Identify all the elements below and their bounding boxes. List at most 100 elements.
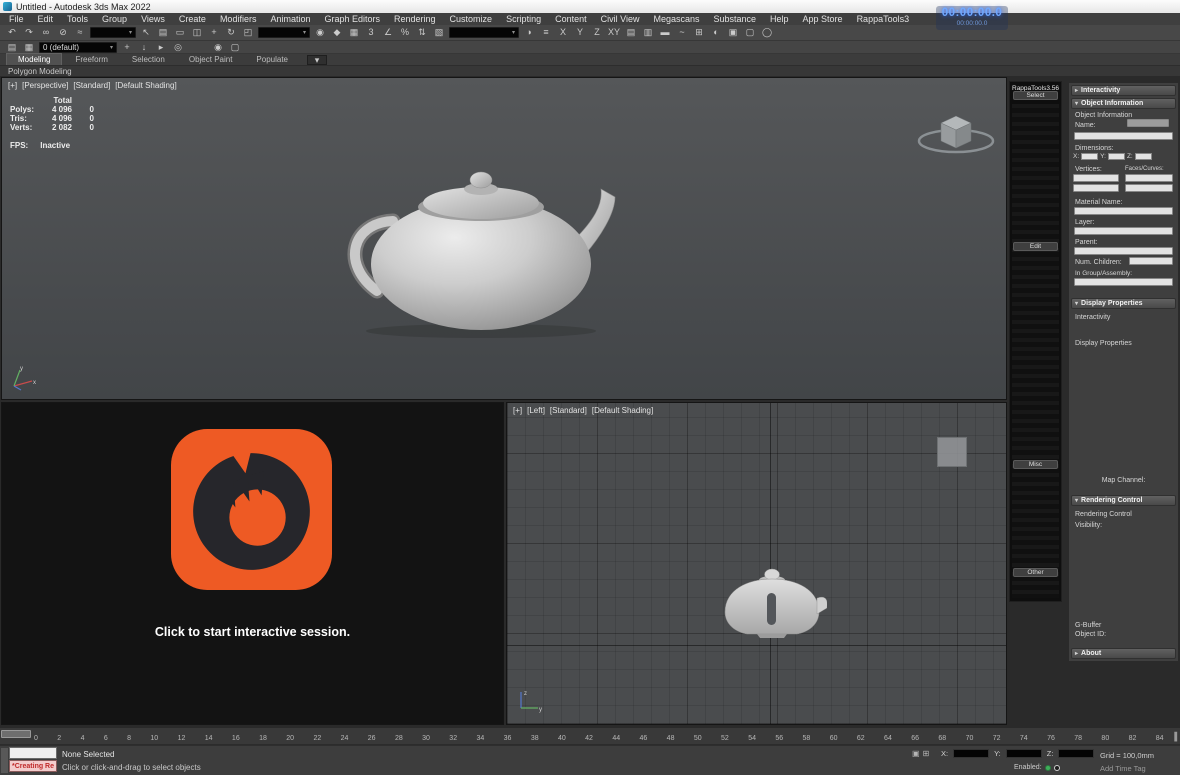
viewport-label[interactable]: [+] <box>513 406 522 415</box>
timeline-tick[interactable]: 10 <box>150 735 158 742</box>
menu-item[interactable]: Civil View <box>594 13 647 25</box>
menu-item[interactable]: Views <box>134 13 172 25</box>
viewport-label[interactable]: [Standard] <box>550 406 587 415</box>
dim-z-field[interactable] <box>1134 153 1152 160</box>
x-coordinate-field[interactable] <box>953 749 990 758</box>
menu-item[interactable]: Modifiers <box>213 13 264 25</box>
select-link-icon[interactable]: ∞ <box>38 26 54 39</box>
angle-snap-icon[interactable]: ∠ <box>380 26 396 39</box>
timeline-tick[interactable]: 0 <box>34 735 38 742</box>
menu-item[interactable]: Content <box>548 13 594 25</box>
render-setup-icon[interactable]: ▣ <box>725 26 741 39</box>
isolate-selection-icon[interactable]: ◉ <box>210 41 226 54</box>
viewport-label[interactable]: [Perspective] <box>22 81 68 90</box>
absolute-mode-icon[interactable]: ⊞ <box>923 749 930 758</box>
timeline-tick[interactable]: 12 <box>178 735 186 742</box>
select-manipulate-icon[interactable]: ◆ <box>329 26 345 39</box>
menu-item[interactable]: RappaTools3 <box>850 13 917 25</box>
current-layer-icon[interactable]: ◎ <box>170 41 186 54</box>
timeline-tick[interactable]: 84 <box>1156 735 1164 742</box>
layer-manager-icon[interactable]: ▦ <box>21 41 37 54</box>
named-selection-dropdown[interactable] <box>449 27 519 38</box>
tab-selection[interactable]: Selection <box>121 54 176 65</box>
viewport-label[interactable]: [+] <box>8 81 17 90</box>
rollout-object-information[interactable]: Object Information <box>1071 98 1176 109</box>
menu-item[interactable]: Megascans <box>646 13 706 25</box>
timeline-tick[interactable]: 8 <box>127 735 131 742</box>
selection-filter-dropdown[interactable] <box>90 27 136 38</box>
select-move-icon[interactable]: + <box>206 26 222 39</box>
timeline-tick[interactable]: 42 <box>585 735 593 742</box>
menu-item[interactable]: File <box>2 13 31 25</box>
menu-item[interactable]: Scripting <box>499 13 548 25</box>
menu-item[interactable]: App Store <box>796 13 850 25</box>
menu-item[interactable]: Tools <box>60 13 95 25</box>
timeline-tick[interactable]: 66 <box>911 735 919 742</box>
timeline-tick[interactable]: 76 <box>1047 735 1055 742</box>
num-children-field[interactable] <box>1129 257 1173 265</box>
listener-grip[interactable] <box>1 748 8 773</box>
bind-spacewarp-icon[interactable]: ≈ <box>72 26 88 39</box>
timeline-tick[interactable]: 74 <box>1020 735 1028 742</box>
add-time-tag[interactable]: Add Time Tag <box>1100 764 1146 773</box>
named-selection-edit-icon[interactable]: ▧ <box>431 26 447 39</box>
menu-item[interactable]: Edit <box>31 13 61 25</box>
in-group-field[interactable] <box>1074 278 1173 286</box>
select-in-layer-icon[interactable]: ▸ <box>153 41 169 54</box>
maxscript-listener-white[interactable] <box>9 747 57 759</box>
polygon-modeling-panel[interactable]: Polygon Modeling <box>0 65 1180 76</box>
align-icon[interactable]: ≡ <box>538 26 554 39</box>
material-editor-icon[interactable]: ◐ <box>708 26 724 39</box>
timeline-tick[interactable]: 20 <box>286 735 294 742</box>
rollout-about[interactable]: About <box>1071 648 1176 659</box>
menu-item[interactable]: Animation <box>263 13 317 25</box>
time-slider-handle[interactable] <box>1 730 31 738</box>
teapot-object[interactable] <box>331 159 631 339</box>
select-rotate-icon[interactable]: ↻ <box>223 26 239 39</box>
ribbon-minimize-icon[interactable]: ▾ <box>307 55 328 65</box>
timeline-tick[interactable]: 52 <box>721 735 729 742</box>
viewcube[interactable] <box>911 107 1001 167</box>
viewport-label[interactable]: [Default Shading] <box>592 406 653 415</box>
select-object-icon[interactable]: ↖ <box>138 26 154 39</box>
rappatools-select-button[interactable]: Select <box>1013 91 1058 100</box>
teapot-object[interactable] <box>717 566 827 641</box>
timeline-tick[interactable]: 14 <box>205 735 213 742</box>
undo-icon[interactable]: ↶ <box>4 26 20 39</box>
rappatools-edit-button[interactable]: Edit <box>1013 242 1058 251</box>
timeline-tick[interactable]: 2 <box>57 735 61 742</box>
timeline-tick[interactable]: 32 <box>449 735 457 742</box>
rendered-frame-icon[interactable]: ▢ <box>742 26 758 39</box>
maxscript-listener-pink[interactable]: *Creating Re <box>9 760 57 772</box>
rappatools-other-button[interactable]: Other <box>1013 568 1058 577</box>
rappatools-misc-button[interactable]: Misc <box>1013 460 1058 469</box>
timeline-tick[interactable]: 64 <box>884 735 892 742</box>
left-viewport[interactable]: [+] [Left] [Standard] [Default Shading] z y <box>506 402 1007 725</box>
scene-explorer-toggle-icon[interactable]: ▤ <box>4 41 20 54</box>
snap-toggle-icon[interactable]: 3 <box>363 26 379 39</box>
timeline-tick[interactable]: 38 <box>531 735 539 742</box>
curve-editor-icon[interactable]: ~ <box>674 26 690 39</box>
timeline-tick[interactable]: 58 <box>803 735 811 742</box>
layer-explorer-icon[interactable]: ▥ <box>640 26 656 39</box>
timeline-tick[interactable]: 6 <box>104 735 108 742</box>
mirror-icon[interactable]: ◑ <box>521 26 537 39</box>
selection-lock-icon[interactable]: ▣ <box>912 749 920 758</box>
timeline-end-icon[interactable]: ▐ <box>1171 732 1177 741</box>
timeline-tick[interactable]: 24 <box>341 735 349 742</box>
axis-y-icon[interactable]: Y <box>572 26 588 39</box>
menu-item[interactable]: Customize <box>443 13 500 25</box>
display-floater-icon[interactable]: ▢ <box>227 41 243 54</box>
create-layer-icon[interactable]: + <box>119 41 135 54</box>
vertices-field[interactable] <box>1073 174 1119 182</box>
corona-logo[interactable] <box>170 429 333 590</box>
use-pivot-icon[interactable]: ◉ <box>312 26 328 39</box>
timeline-tick[interactable]: 18 <box>259 735 267 742</box>
timeline-tick[interactable]: 78 <box>1074 735 1082 742</box>
parent-field[interactable] <box>1074 247 1173 255</box>
material-name-field[interactable] <box>1074 207 1173 215</box>
unlink-selection-icon[interactable]: ⊘ <box>55 26 71 39</box>
name-field[interactable] <box>1074 132 1173 140</box>
axis-x-icon[interactable]: X <box>555 26 571 39</box>
axis-xy-icon[interactable]: XY <box>606 26 622 39</box>
